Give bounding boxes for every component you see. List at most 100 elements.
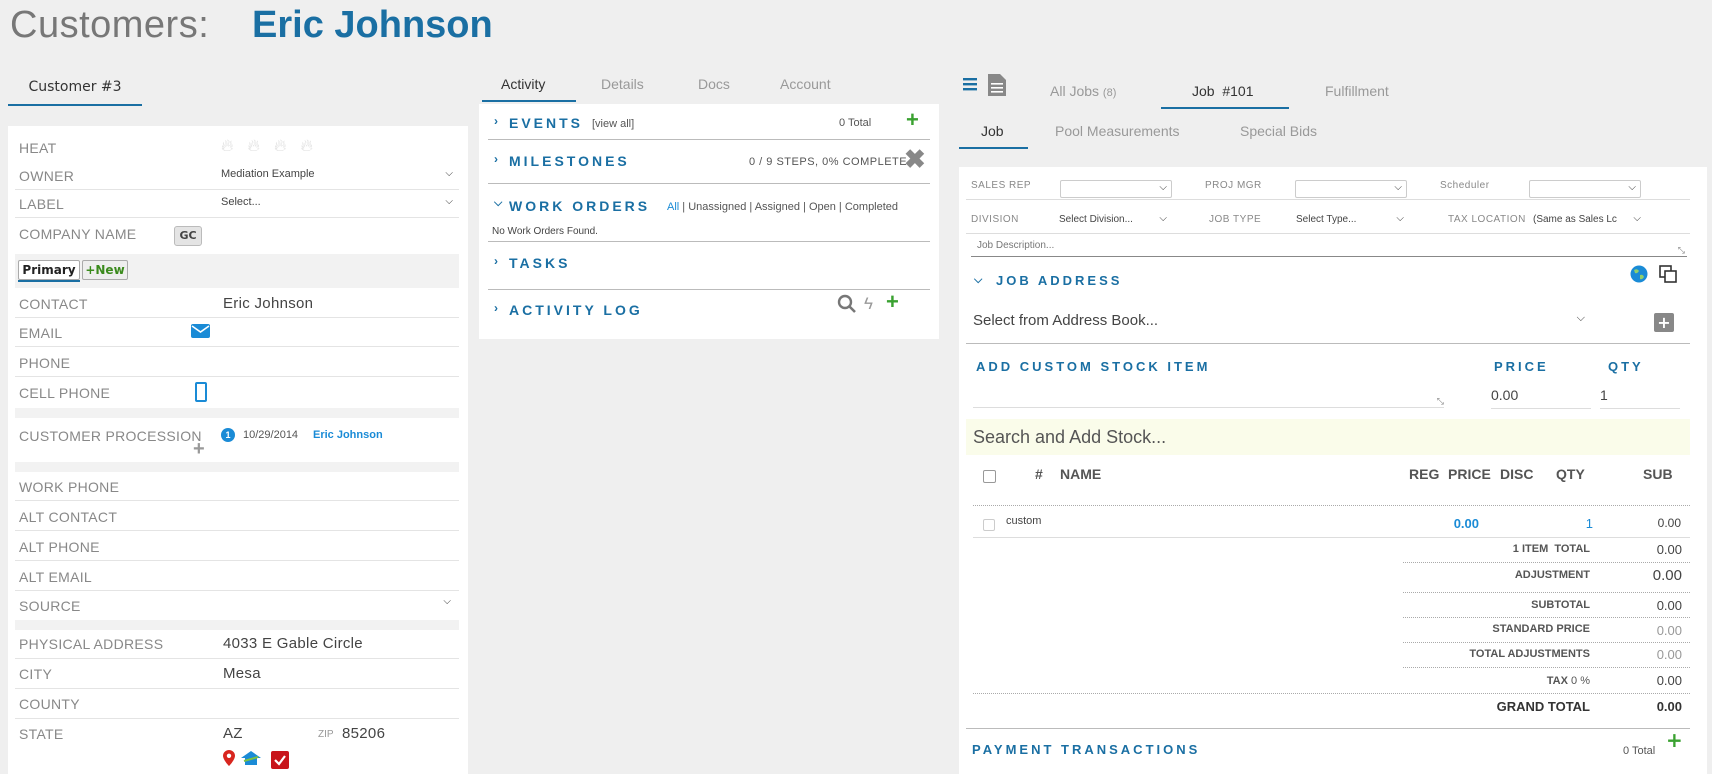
gc-button[interactable]: GC: [174, 226, 202, 246]
search-icon[interactable]: [837, 294, 857, 319]
table-row[interactable]: custom 0.00 1 0.00: [973, 506, 1690, 538]
flame-icon[interactable]: 🔥︎: [221, 136, 233, 156]
scheduler-select[interactable]: ⌵: [1529, 180, 1641, 198]
item-subtotal: 0.00: [1657, 516, 1681, 530]
custom-stock-price-field[interactable]: 0.00: [1491, 387, 1591, 409]
contact-value[interactable]: Eric Johnson: [223, 295, 313, 312]
events-view-all-link[interactable]: [view all]: [592, 118, 634, 130]
sales-rep-select[interactable]: ⌵: [1060, 180, 1172, 198]
flame-icon[interactable]: 🔥︎: [247, 136, 259, 156]
subtab-pool-measurements[interactable]: Pool Measurements: [1055, 123, 1180, 139]
tab-fulfillment[interactable]: Fulfillment: [1325, 83, 1389, 99]
add-activity-icon[interactable]: +: [886, 289, 899, 315]
map-pin-icon[interactable]: [223, 750, 235, 771]
chevron-down-icon[interactable]: ⌵: [974, 273, 982, 287]
tasks-section[interactable]: › TASKS: [488, 242, 930, 290]
subtab-special-bids[interactable]: Special Bids: [1240, 123, 1317, 139]
tab-docs[interactable]: Docs: [698, 76, 730, 92]
payment-transactions-title[interactable]: PAYMENT TRANSACTIONS: [972, 742, 1200, 757]
activity-log-title[interactable]: ACTIVITY LOG: [509, 302, 643, 318]
resize-handle-icon[interactable]: ⤡: [1437, 397, 1444, 407]
customer-procession-row: CUSTOMER PROCESSION 1 10/29/2014 Eric Jo…: [15, 418, 459, 462]
procession-name-link[interactable]: Eric Johnson: [313, 429, 383, 441]
item-total-label: 1 ITEM TOTAL: [1512, 543, 1590, 555]
flame-icon[interactable]: 🔥︎: [300, 136, 312, 156]
tax-rate[interactable]: 0 %: [1571, 675, 1590, 687]
item-price[interactable]: 0.00: [1419, 516, 1479, 531]
label-select[interactable]: Select... ⌵: [221, 196, 459, 208]
state-row: STATE AZ ZIP 85206: [15, 720, 459, 774]
proj-mgr-select[interactable]: ⌵: [1295, 180, 1407, 198]
item-total-value: 0.00: [1656, 542, 1682, 557]
flame-icon[interactable]: 🔥︎: [274, 136, 286, 156]
physical-address-value[interactable]: 4033 E Gable Circle: [223, 635, 363, 652]
add-payment-icon[interactable]: +: [1666, 728, 1683, 752]
globe-icon[interactable]: [1630, 265, 1648, 287]
work-phone-label: WORK PHONE: [19, 479, 120, 495]
add-procession-icon[interactable]: +: [193, 438, 205, 461]
heat-rating[interactable]: 🔥︎ 🔥︎ 🔥︎ 🔥︎: [221, 136, 327, 156]
zip-value[interactable]: 85206: [342, 725, 385, 742]
tab-all-jobs[interactable]: All Jobs (8): [1050, 83, 1116, 99]
city-value[interactable]: Mesa: [223, 665, 261, 682]
close-icon[interactable]: ✖: [904, 144, 926, 175]
job-type-select[interactable]: Select Type... ⌵: [1292, 212, 1408, 230]
row-checkbox[interactable]: [983, 519, 995, 531]
sales-rep-label: SALES REP: [971, 180, 1032, 191]
tab-details[interactable]: Details: [601, 76, 644, 92]
job-address-title[interactable]: JOB ADDRESS: [996, 273, 1122, 288]
item-qty[interactable]: 1: [1533, 516, 1593, 531]
tab-job-101[interactable]: Job #101: [1192, 83, 1254, 99]
tab-activity[interactable]: Activity: [501, 76, 545, 92]
email-icon[interactable]: [191, 324, 210, 338]
tax-location-label: TAX LOCATION: [1448, 214, 1526, 225]
adjustment-field[interactable]: 0.00: [1599, 567, 1682, 584]
milestones-title[interactable]: MILESTONES: [509, 153, 630, 169]
state-value[interactable]: AZ: [223, 725, 243, 742]
tasks-title[interactable]: TASKS: [509, 255, 570, 271]
mobile-phone-icon[interactable]: [195, 382, 207, 402]
row-divider: [973, 537, 1690, 538]
list-menu-icon[interactable]: [963, 76, 977, 95]
address-book-select[interactable]: Select from Address Book... ⌵: [973, 312, 1593, 332]
source-select-chevron-icon[interactable]: ⌵: [443, 596, 451, 607]
activity-log-section[interactable]: › ACTIVITY LOG ϟ +: [488, 289, 930, 330]
county-label: COUNTY: [19, 696, 80, 712]
external-window-icon[interactable]: [1659, 265, 1677, 287]
new-contact-button[interactable]: +New: [82, 260, 128, 280]
filter-completed[interactable]: Completed: [845, 201, 898, 213]
add-address-button[interactable]: +: [1654, 313, 1674, 332]
document-icon[interactable]: [988, 74, 1006, 100]
custom-stock-name-field[interactable]: ⤡: [973, 382, 1444, 408]
division-select[interactable]: Select Division... ⌵: [1055, 212, 1171, 230]
tab-customer[interactable]: Customer #3: [8, 78, 142, 106]
primary-contact-tab[interactable]: Primary: [18, 260, 80, 280]
grand-total-value: 0.00: [1656, 699, 1682, 714]
search-stock-input[interactable]: Search and Add Stock...: [966, 419, 1690, 455]
state-label: STATE: [19, 726, 64, 742]
item-name[interactable]: custom: [1006, 515, 1041, 527]
filter-assigned[interactable]: Assigned: [755, 201, 800, 213]
tab-account[interactable]: Account: [780, 76, 831, 92]
chevron-down-icon[interactable]: ⌵: [494, 197, 502, 210]
job-description-field[interactable]: Job Description... ⤡: [971, 237, 1687, 257]
lightning-icon[interactable]: ϟ: [864, 294, 873, 314]
events-section[interactable]: › EVENTS [view all] 0 Total +: [488, 104, 930, 140]
select-all-checkbox[interactable]: [983, 470, 996, 483]
filter-all[interactable]: All: [667, 201, 679, 213]
zillow-icon[interactable]: [241, 751, 261, 770]
milestones-section[interactable]: › MILESTONES 0 / 9 STEPS, 0% COMPLETE ✖: [488, 140, 930, 184]
events-title[interactable]: EVENTS: [509, 115, 583, 131]
custom-stock-qty-field[interactable]: 1: [1600, 387, 1680, 409]
tax-location-select[interactable]: (Same as Sales Lc ⌵: [1529, 212, 1645, 230]
checklist-icon[interactable]: [271, 751, 289, 769]
work-orders-title[interactable]: WORK ORDERS: [509, 198, 650, 214]
filter-unassigned[interactable]: Unassigned: [688, 201, 746, 213]
owner-select[interactable]: Mediation Example ⌵: [221, 168, 459, 180]
subtab-job[interactable]: Job: [981, 123, 1004, 139]
row-divider: [966, 233, 1690, 234]
total-divider: [1403, 562, 1690, 563]
filter-open[interactable]: Open: [809, 201, 836, 213]
add-event-icon[interactable]: +: [906, 107, 919, 133]
resize-handle-icon[interactable]: ⤡: [1678, 245, 1685, 256]
